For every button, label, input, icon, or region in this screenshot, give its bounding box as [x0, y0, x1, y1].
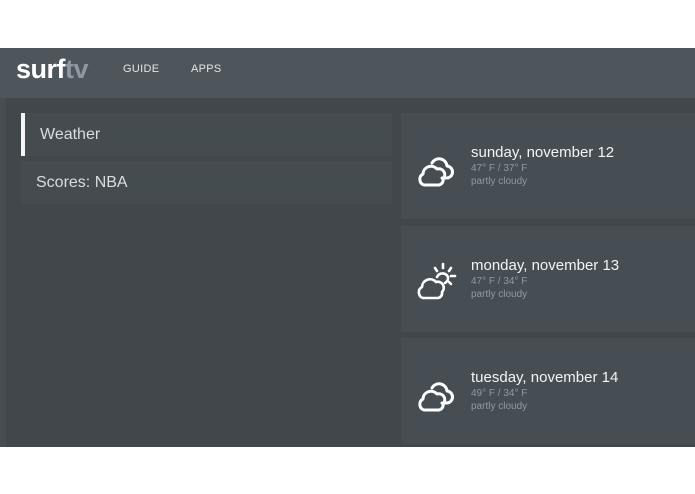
forecast-date: sunday, november 12 [471, 144, 615, 161]
cloud-icon [418, 157, 454, 187]
forecast-temp: 47° F / 34° F [471, 276, 528, 287]
menu-item-label: Scores: NBA [36, 173, 128, 191]
forecast-date: tuesday, november 14 [471, 369, 619, 386]
menu-item-label: Weather [40, 125, 101, 143]
menu-item-weather[interactable]: Weather [21, 113, 392, 156]
nav-guide[interactable]: GUIDE [123, 63, 159, 75]
forecast-temp: 47° F / 37° F [471, 163, 528, 174]
forecast-card[interactable]: monday, november 13 47° F / 34° F partly… [401, 226, 695, 332]
forecast-condition: partly cloudy [471, 176, 528, 187]
forecast-temp: 49° F / 34° F [471, 388, 528, 399]
logo-secondary: tv [65, 54, 89, 84]
sun-cloud-icon [417, 262, 457, 300]
forecast-card[interactable]: tuesday, november 14 49° F / 34° F partl… [401, 338, 695, 444]
logo-primary: surf [16, 54, 66, 84]
nav-apps[interactable]: APPS [191, 63, 222, 75]
forecast-card[interactable]: sunday, november 12 47° F / 37° F partly… [401, 113, 695, 219]
forecast-condition: partly cloudy [471, 401, 528, 412]
forecast-condition: partly cloudy [471, 289, 528, 300]
menu-item-scores-nba[interactable]: Scores: NBA [21, 161, 392, 204]
tv-screen: surftv GUIDE APPS Weather Scores: NBA su… [0, 48, 695, 447]
cloud-icon [418, 382, 454, 412]
top-bar: surftv GUIDE APPS [0, 48, 695, 98]
forecast-date: monday, november 13 [471, 257, 620, 274]
left-rail [0, 98, 6, 447]
selection-indicator [21, 113, 25, 156]
app-logo: surftv [16, 52, 89, 86]
